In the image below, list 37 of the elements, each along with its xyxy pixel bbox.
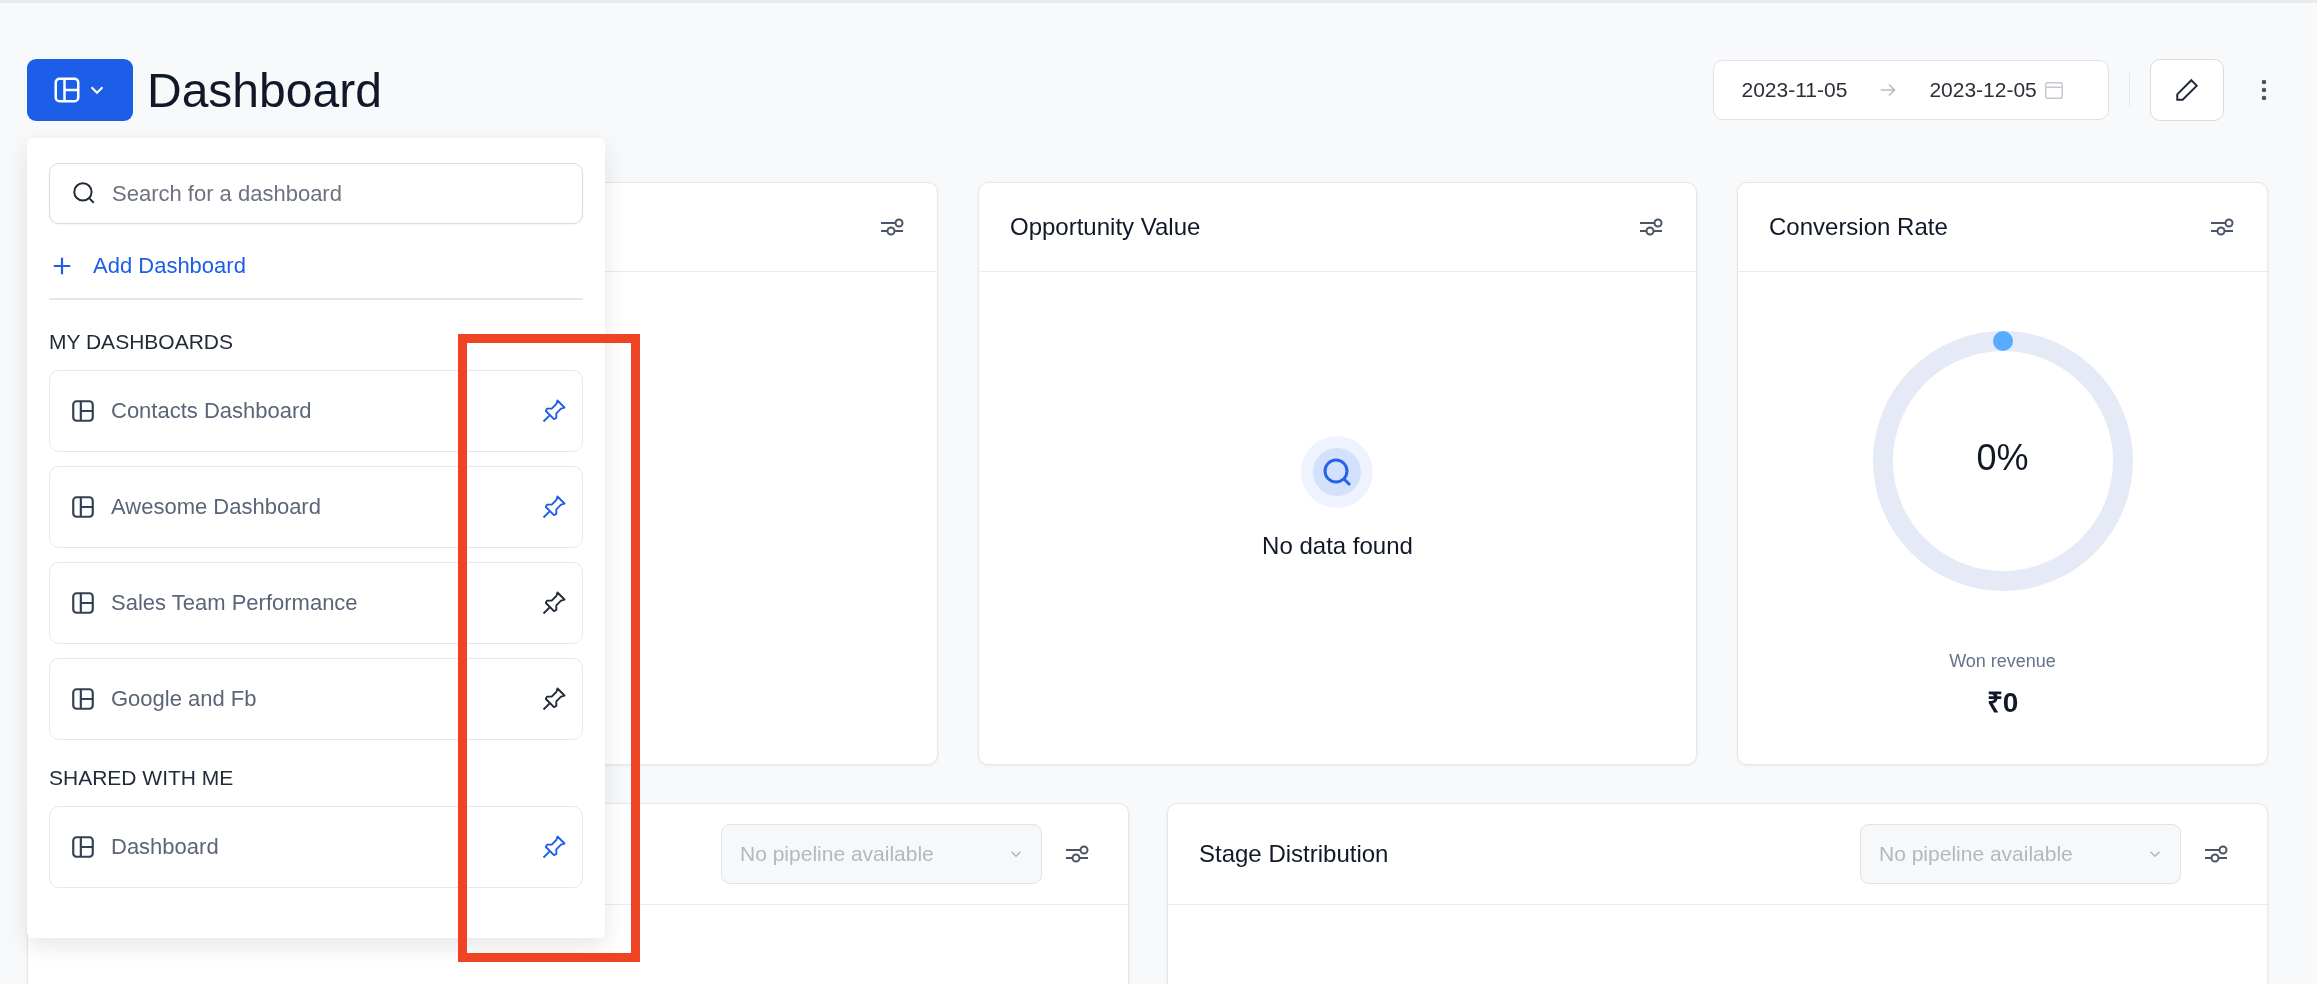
empty-message: No data found [1262,532,1413,560]
dashboard-item[interactable]: Contacts Dashboard [49,369,583,452]
dashboard-item[interactable]: Sales Team Performance [49,561,583,644]
search-field[interactable]: Search for a dashboard [49,163,583,224]
dashboard-icon [70,685,96,712]
add-dashboard-link[interactable]: Add Dashboard [49,253,246,279]
date-range-picker[interactable]: 2023-11-05 2023-12-05 [1712,60,2109,120]
edit-button[interactable] [2150,59,2224,121]
dashboard-item[interactable]: Awesome Dashboard [49,465,583,548]
dashboard-item[interactable]: Dashboard [49,805,583,888]
dashboard-switcher-button[interactable] [27,59,133,121]
search-icon [71,180,97,206]
settings-icon[interactable] [2203,843,2229,865]
dashboard-icon [70,589,96,616]
percentage-value: 0% [1975,436,2030,479]
dashboard-icon [70,833,96,860]
plus-icon [51,255,73,277]
widget-title: Stage Distribution [1199,840,1389,868]
more-options-icon[interactable] [2260,79,2268,101]
widget-title: Conversion Rate [1769,213,1948,241]
settings-icon[interactable] [2209,216,2235,238]
calendar-icon [2042,79,2065,101]
section-heading: MY DASHBOARDS [49,329,234,354]
settings-icon[interactable] [1638,216,1664,238]
settings-icon[interactable] [1064,843,1090,865]
dashboard-icon [70,397,96,424]
dashboard-item[interactable]: Google and Fb [49,657,583,740]
pencil-icon [2174,77,2200,103]
gauge-caption: Won revenue [1949,650,2056,672]
widget-title: Opportunity Value [1010,213,1201,241]
revenue-value: ₹0 [1986,685,2019,720]
dashboard-icon [52,75,82,105]
dashboard-icon [70,493,96,520]
section-heading: SHARED WITH ME [49,765,235,790]
settings-icon[interactable] [879,216,905,238]
search-icon [1301,436,1374,508]
page-title: Dashboard [147,62,382,118]
